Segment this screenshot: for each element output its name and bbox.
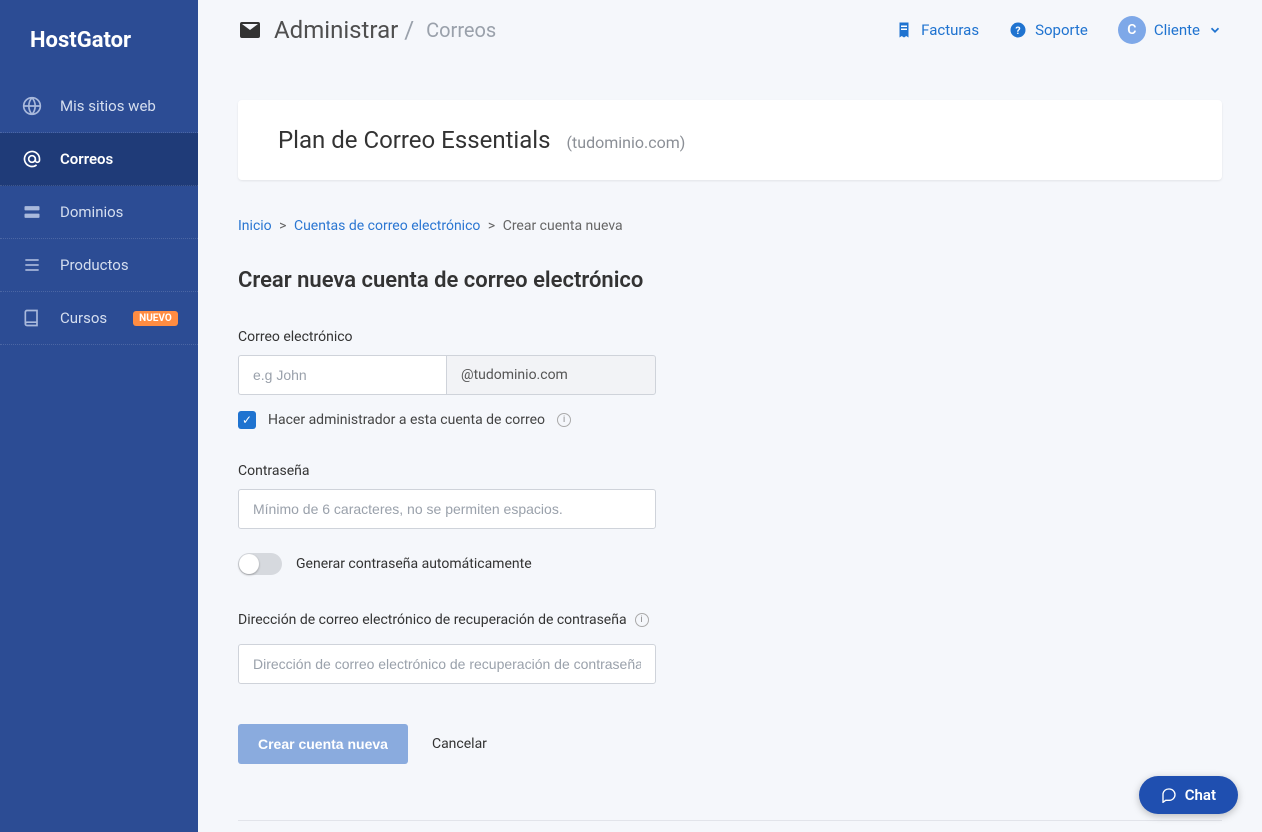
crumb-sep: > xyxy=(279,218,286,234)
list-icon xyxy=(22,255,42,275)
book-icon xyxy=(22,308,42,328)
crumb-home[interactable]: Inicio xyxy=(238,218,272,234)
sidebar-item-label: Productos xyxy=(60,256,129,274)
link-soporte[interactable]: ? Soporte xyxy=(1009,21,1088,39)
sidebar-nav: Mis sitios web Correos Dominios Producto… xyxy=(0,80,198,345)
sidebar-item-dominios[interactable]: Dominios xyxy=(0,186,198,239)
password-label: Contraseña xyxy=(238,463,898,479)
email-domain-suffix: @tudominio.com xyxy=(446,355,656,395)
admin-checkbox[interactable]: ✓ xyxy=(238,411,256,429)
topbar: Administrar / Correos Facturas ? Soporte… xyxy=(198,0,1262,60)
admin-checkbox-label: Hacer administrador a esta cuenta de cor… xyxy=(268,412,545,428)
mail-icon xyxy=(238,18,262,42)
server-icon xyxy=(22,202,42,222)
chat-icon xyxy=(1161,787,1177,803)
receipt-icon xyxy=(895,21,913,39)
create-email-form: Correo electrónico @tudominio.com ✓ Hace… xyxy=(238,329,898,764)
email-label: Correo electrónico xyxy=(238,329,898,345)
link-facturas[interactable]: Facturas xyxy=(895,21,979,39)
at-icon xyxy=(22,149,42,169)
sidebar-item-sites[interactable]: Mis sitios web xyxy=(0,80,198,133)
sidebar-item-label: Dominios xyxy=(60,203,123,221)
create-account-button[interactable]: Crear cuenta nueva xyxy=(238,724,408,764)
section-title: Crear nueva cuenta de correo electrónico xyxy=(238,268,1222,293)
avatar: C xyxy=(1118,16,1146,44)
crumb-accounts[interactable]: Cuentas de correo electrónico xyxy=(294,218,480,234)
main-content: Plan de Correo Essentials (tudominio.com… xyxy=(198,60,1262,832)
autogen-password-label: Generar contraseña automáticamente xyxy=(296,556,532,572)
svg-text:?: ? xyxy=(1015,24,1020,37)
globe-icon xyxy=(22,96,42,116)
recovery-label: Dirección de correo electrónico de recup… xyxy=(238,612,627,628)
chat-button[interactable]: Chat xyxy=(1139,776,1238,814)
recovery-label-row: Dirección de correo electrónico de recup… xyxy=(238,612,649,628)
sidebar-item-correos[interactable]: Correos xyxy=(0,133,198,186)
sidebar: HostGator Mis sitios web Correos Dominio… xyxy=(0,0,198,832)
plan-domain: (tudominio.com) xyxy=(567,133,686,152)
chevron-down-icon xyxy=(1208,23,1222,37)
sidebar-item-cursos[interactable]: Cursos NUEVO xyxy=(0,292,198,345)
breadcrumb: Inicio > Cuentas de correo electrónico >… xyxy=(238,218,1222,234)
badge-new: NUEVO xyxy=(133,311,178,326)
recovery-email-input[interactable] xyxy=(238,644,656,684)
cancel-button[interactable]: Cancelar xyxy=(432,736,487,752)
help-icon: ? xyxy=(1009,21,1027,39)
info-icon[interactable]: i xyxy=(557,413,571,427)
sidebar-item-productos[interactable]: Productos xyxy=(0,239,198,292)
sidebar-item-label: Mis sitios web xyxy=(60,97,156,115)
page-subtitle: Correos xyxy=(426,18,496,42)
crumb-current: Crear cuenta nueva xyxy=(503,218,623,234)
email-user-input[interactable] xyxy=(238,355,446,395)
plan-card: Plan de Correo Essentials (tudominio.com… xyxy=(238,100,1222,180)
password-input[interactable] xyxy=(238,489,656,529)
plan-title: Plan de Correo Essentials xyxy=(278,126,551,154)
brand-logo: HostGator xyxy=(0,0,198,80)
info-icon[interactable]: i xyxy=(635,613,649,627)
divider xyxy=(238,820,1222,821)
sidebar-item-label: Cursos xyxy=(60,309,107,327)
autogen-password-toggle[interactable] xyxy=(238,553,282,575)
crumb-sep: > xyxy=(488,218,495,234)
page-title: Administrar / xyxy=(274,16,414,44)
sidebar-item-label: Correos xyxy=(60,150,113,168)
link-cliente[interactable]: C Cliente xyxy=(1118,16,1222,44)
